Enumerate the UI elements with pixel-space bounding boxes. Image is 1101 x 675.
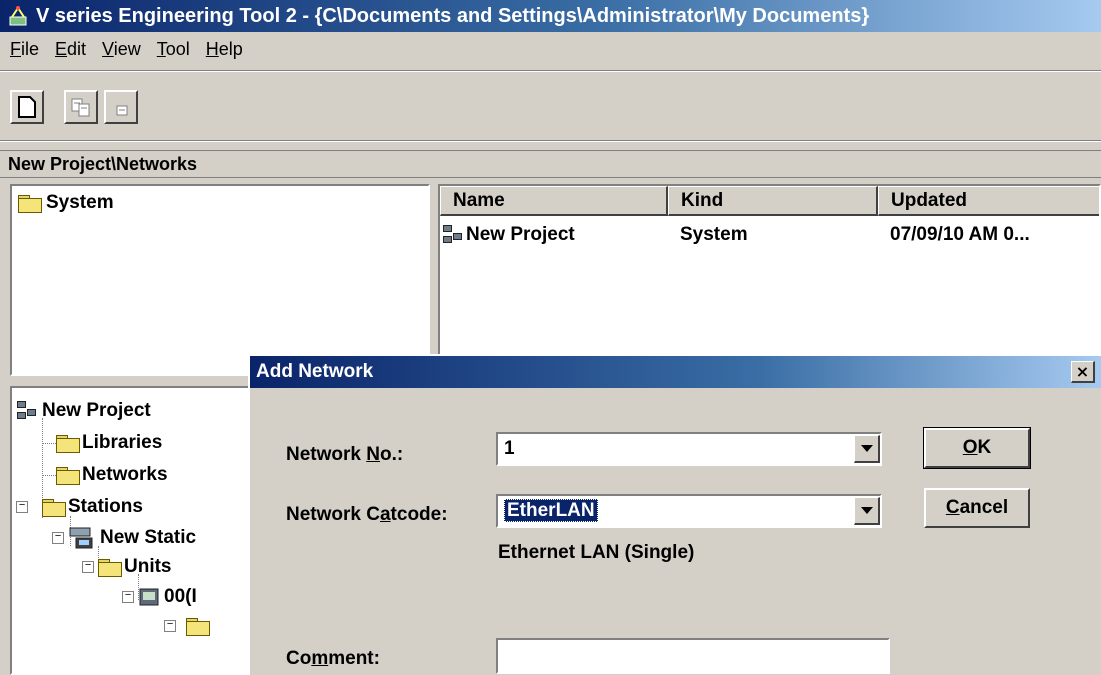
dialog-title: Add Network <box>256 361 374 382</box>
folder-icon <box>18 195 42 213</box>
network-catcode-label: Network Catcode: <box>286 504 448 525</box>
unit-icon <box>139 588 159 606</box>
system-item[interactable]: System <box>18 192 114 214</box>
paste-button[interactable] <box>104 90 138 124</box>
close-button[interactable]: × <box>1071 361 1095 383</box>
network-no-dropdown-button[interactable] <box>854 435 880 463</box>
menu-view[interactable]: View <box>102 39 141 60</box>
chevron-down-icon <box>860 445 873 452</box>
close-icon: × <box>1075 362 1090 381</box>
window-title-bar[interactable]: V series Engineering Tool 2 - {C\Documen… <box>0 0 1101 32</box>
project-icon <box>442 224 464 246</box>
collapse-icon[interactable]: − <box>164 620 176 632</box>
catcode-description: Ethernet LAN (Single) <box>498 542 695 563</box>
new-document-icon <box>18 96 36 118</box>
row-name: New Project <box>466 224 575 245</box>
path-bar: New Project\Networks <box>0 150 1101 178</box>
project-icon <box>16 400 38 422</box>
toolbar <box>10 90 138 124</box>
column-header-name[interactable]: Name <box>440 186 668 216</box>
column-header-kind[interactable]: Kind <box>668 186 878 216</box>
list-view[interactable]: Name Kind Updated New Project System 07/… <box>438 184 1101 356</box>
chevron-down-icon <box>860 507 873 514</box>
folder-icon <box>98 559 122 577</box>
row-kind: System <box>680 224 748 245</box>
paste-icon <box>116 105 128 116</box>
station-icon <box>69 527 93 549</box>
folder-icon <box>56 467 80 485</box>
column-header-updated[interactable]: Updated <box>878 186 1099 216</box>
menu-edit[interactable]: Edit <box>55 39 86 60</box>
network-no-label: Network No.: <box>286 444 404 465</box>
network-catcode-dropdown-button[interactable] <box>854 497 880 525</box>
project-tree[interactable]: New Project Libraries Networks − Station… <box>10 386 260 675</box>
tree-node-stations[interactable]: − Stations <box>16 496 143 518</box>
comment-input[interactable] <box>496 638 890 674</box>
tree-node-unit[interactable]: − 00(I <box>122 586 197 608</box>
tree-node-networks[interactable]: Networks <box>56 464 168 486</box>
folder-icon <box>42 499 66 517</box>
tree-node-new-project[interactable]: New Project <box>16 400 151 422</box>
tree-line <box>42 475 56 476</box>
folder-icon <box>56 435 80 453</box>
window-title: V series Engineering Tool 2 - {C\Documen… <box>36 4 870 27</box>
menu-bar: File Edit View Tool Help <box>0 34 259 64</box>
cancel-button[interactable]: Cancel <box>924 488 1030 528</box>
menu-file[interactable]: File <box>10 39 39 60</box>
ok-button[interactable]: OK <box>923 427 1031 469</box>
row-updated: 07/09/10 AM 0... <box>890 224 1030 245</box>
copy-button[interactable] <box>64 90 98 124</box>
dialog-title-bar[interactable]: Add Network × <box>250 356 1101 388</box>
new-document-button[interactable] <box>10 90 44 124</box>
menu-help[interactable]: Help <box>206 39 243 60</box>
comment-label: Comment: <box>286 648 380 669</box>
divider <box>0 70 1101 72</box>
network-catcode-combobox[interactable]: EtherLAN <box>496 494 882 528</box>
network-no-value: 1 <box>504 438 515 459</box>
tree-line <box>42 443 56 444</box>
list-header: Name Kind Updated <box>440 186 1099 216</box>
divider <box>0 140 1101 142</box>
app-icon <box>9 6 27 26</box>
tree-node-units[interactable]: − Units <box>82 556 172 578</box>
current-path: New Project\Networks <box>8 153 198 174</box>
system-pane[interactable]: System <box>10 184 430 376</box>
tree-node-new-station[interactable]: − New Static <box>52 526 196 550</box>
add-network-dialog: Add Network × Network No.: 1 Network Cat… <box>248 354 1101 675</box>
tree-node-folder[interactable]: − <box>164 618 210 636</box>
network-no-combobox[interactable]: 1 <box>496 432 882 466</box>
collapse-icon[interactable]: − <box>52 532 64 544</box>
network-catcode-value: EtherLAN <box>504 499 598 522</box>
collapse-icon[interactable]: − <box>82 561 94 573</box>
collapse-icon[interactable]: − <box>16 501 28 513</box>
list-row[interactable]: New Project System 07/09/10 AM 0... <box>440 224 1099 246</box>
menu-tool[interactable]: Tool <box>157 39 190 60</box>
collapse-icon[interactable]: − <box>122 591 134 603</box>
copy-icon <box>71 98 90 117</box>
folder-icon <box>186 618 210 636</box>
tree-node-libraries[interactable]: Libraries <box>56 432 162 454</box>
